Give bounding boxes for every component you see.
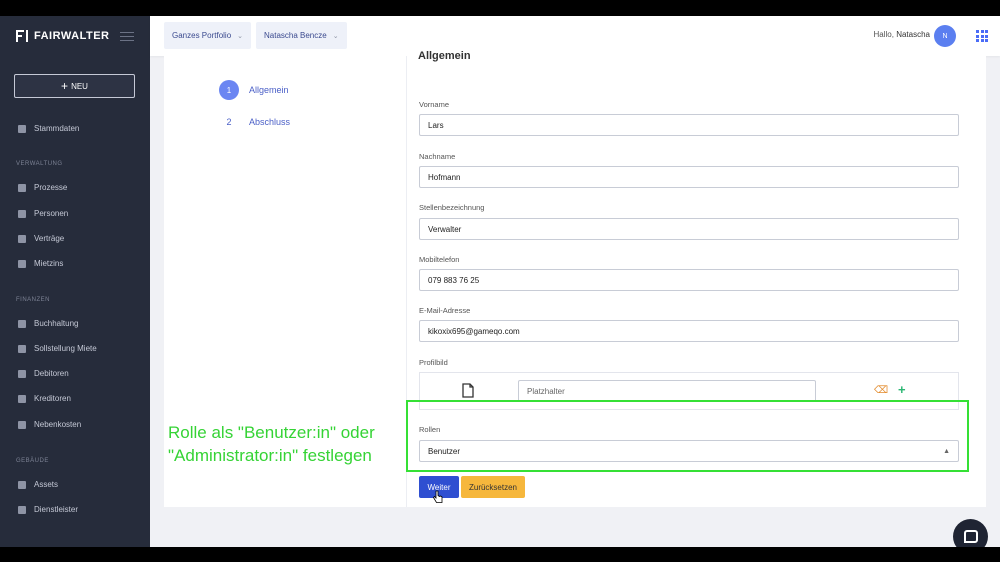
step-label: Abschluss [249,117,291,127]
chat-widget-button[interactable] [953,519,988,547]
email-input[interactable]: kikoxix695@gameqo.com [419,320,959,342]
sidebar-item-mietzins[interactable]: Mietzins [18,259,63,268]
sidebar-item-assets[interactable]: Assets [18,480,58,489]
sidebar-item-sollstellung-miete[interactable]: Sollstellung Miete [18,344,97,353]
sidebar-item-vertraege[interactable]: Verträge [18,234,64,243]
contract-icon [18,234,26,243]
sidebar: FAIRWALTER + NEU Stammdaten VERWALTUNG P… [0,16,150,547]
hand-cursor-icon [432,490,443,503]
flame-icon [18,420,26,429]
stellenbezeichnung-input[interactable]: Verwalter [419,218,959,240]
sidebar-item-buchhaltung[interactable]: Buchhaltung [18,319,78,328]
top-header: Ganzes Portfolio ⌄ Natascha Bencze ⌄ Hal… [150,16,1000,56]
vorname-input[interactable]: Lars [419,114,959,136]
sidebar-item-prozesse[interactable]: Prozesse [18,183,67,192]
annotation-highlight-box [406,400,969,472]
sidebar-item-kreditoren[interactable]: Kreditoren [18,394,71,403]
brand-logo-icon [16,30,30,42]
avatar[interactable]: N [934,25,956,47]
sidebar-section-title: GEBÄUDE [16,458,49,464]
brand-name: FAIRWALTER [34,30,110,42]
process-icon [18,183,26,192]
creditor-icon [18,394,26,403]
menu-toggle-icon[interactable] [120,32,134,44]
email-label: E-Mail-Adresse [419,306,471,315]
stellenbezeichnung-label: Stellenbezeichnung [419,203,485,212]
profile-image-placeholder-input[interactable]: Platzhalter [518,380,816,402]
eraser-icon[interactable]: ⌫ [874,385,888,396]
chat-icon [963,530,978,543]
add-icon[interactable]: + [898,382,906,397]
file-icon[interactable] [462,383,474,398]
sidebar-item-nebenkosten[interactable]: Nebenkosten [18,420,81,429]
sidebar-item-personen[interactable]: Personen [18,209,68,218]
reset-button[interactable]: Zurücksetzen [461,476,525,498]
nachname-label: Nachname [419,152,456,161]
annotation-text: Rolle als "Benutzer:in" oder "Administra… [168,423,375,465]
database-icon [18,124,26,133]
sidebar-item-dienstleister[interactable]: Dienstleister [18,505,78,514]
brand-logo[interactable]: FAIRWALTER [16,30,109,42]
greeting: Hallo, Natascha [873,30,930,39]
step-number: 2 [226,117,232,127]
rent-icon [18,344,26,353]
profilbild-label: Profilbild [419,358,448,367]
service-provider-icon [18,505,26,514]
plus-icon: + [61,79,69,93]
new-button[interactable]: + NEU [14,74,135,98]
mobiltelefon-label: Mobiltelefon [419,255,460,264]
nachname-input[interactable]: Hofmann [419,166,959,188]
step-number: 1 [219,80,239,100]
sidebar-section-title: FINANZEN [16,297,50,303]
building-icon [18,480,26,489]
debtor-icon [18,369,26,378]
greeting-user-name: Natascha [896,30,930,39]
step-allgemein[interactable]: 1 Allgemein [219,80,289,100]
portfolio-dropdown[interactable]: Ganzes Portfolio ⌄ [164,22,252,49]
ledger-icon [18,319,26,328]
user-filter-dropdown[interactable]: Natascha Bencze ⌄ [256,22,347,49]
people-icon [18,209,26,218]
mobiltelefon-input[interactable]: 079 883 76 25 [419,269,959,291]
coins-icon [18,259,26,268]
step-label: Allgemein [249,85,289,95]
step-abschluss[interactable]: 2 Abschluss [219,117,290,127]
vorname-label: Vorname [419,100,450,109]
apps-grid-icon[interactable] [976,30,988,42]
section-title: Allgemein [418,50,471,62]
chevron-down-icon: ⌄ [332,32,339,40]
sidebar-item-stammdaten[interactable]: Stammdaten [18,124,79,133]
sidebar-item-debitoren[interactable]: Debitoren [18,369,69,378]
app-frame: FAIRWALTER + NEU Stammdaten VERWALTUNG P… [0,16,1000,547]
sidebar-section-title: VERWALTUNG [16,161,63,167]
chevron-down-icon: ⌄ [237,32,244,40]
